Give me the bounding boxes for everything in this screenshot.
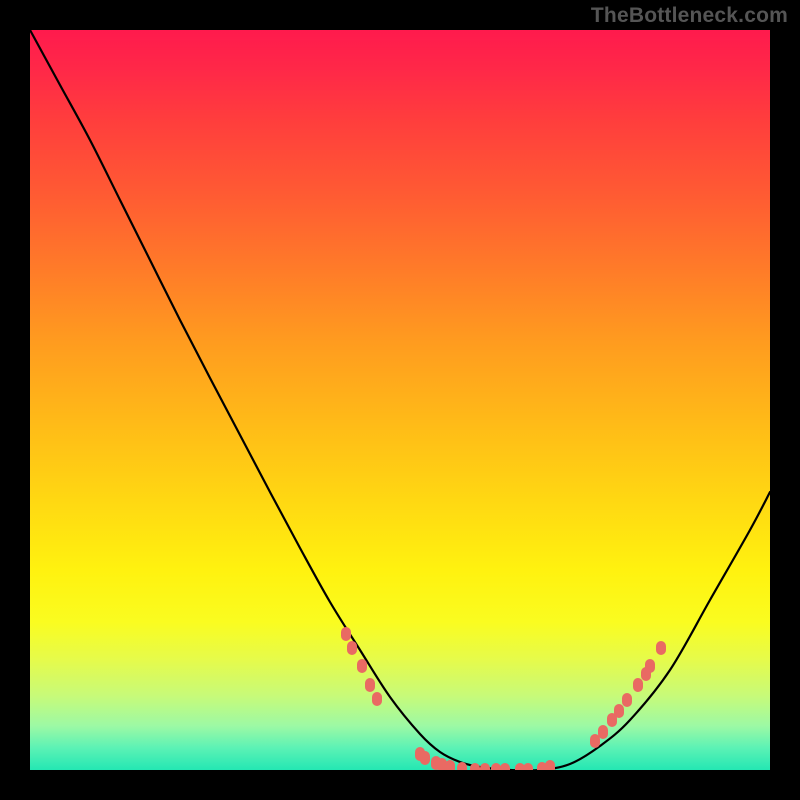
- chart-plot-area: [30, 30, 770, 770]
- curve-marker: [365, 678, 375, 692]
- curve-marker: [614, 704, 624, 718]
- curve-marker: [341, 627, 351, 641]
- curve-marker: [500, 763, 510, 770]
- watermark-text: TheBottleneck.com: [591, 4, 788, 28]
- curve-marker: [470, 763, 480, 770]
- curve-marker: [545, 760, 555, 770]
- curve-marker: [480, 763, 490, 770]
- bottleneck-curve-line: [30, 30, 770, 770]
- curve-marker: [633, 678, 643, 692]
- chart-overlay-svg: [30, 30, 770, 770]
- curve-marker: [357, 659, 367, 673]
- curve-marker: [420, 751, 430, 765]
- curve-marker: [622, 693, 632, 707]
- curve-marker: [445, 760, 455, 770]
- curve-marker: [372, 692, 382, 706]
- curve-marker: [645, 659, 655, 673]
- curve-marker: [347, 641, 357, 655]
- curve-marker: [491, 763, 501, 770]
- curve-marker: [523, 763, 533, 770]
- curve-marker: [598, 725, 608, 739]
- curve-marker: [656, 641, 666, 655]
